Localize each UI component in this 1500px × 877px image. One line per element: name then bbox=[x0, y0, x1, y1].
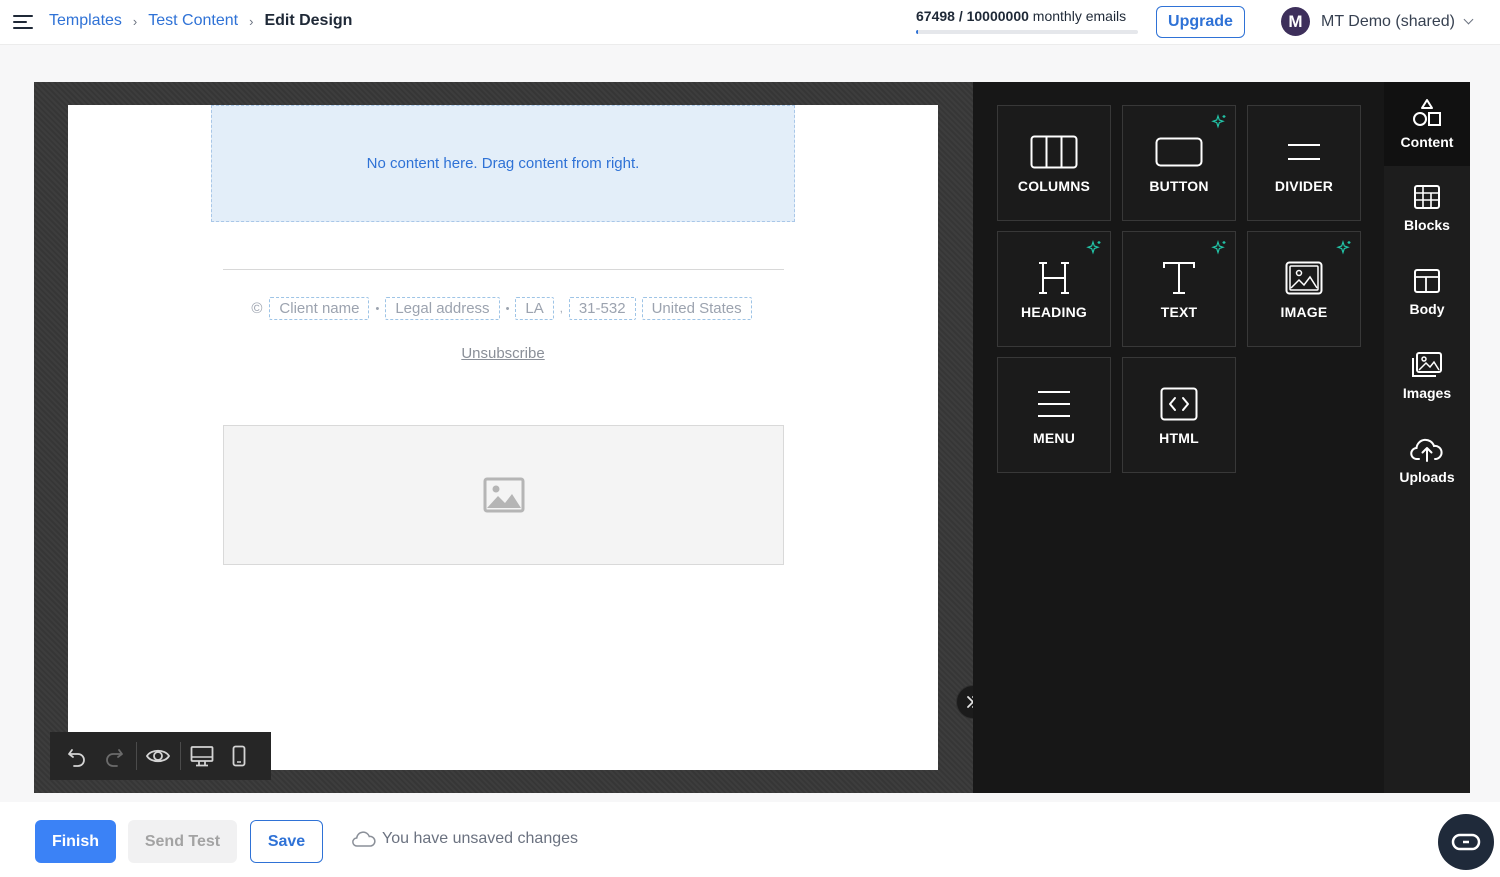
tool-label: HTML bbox=[1159, 430, 1199, 446]
tool-label: MENU bbox=[1032, 430, 1076, 446]
images-icon bbox=[1412, 352, 1442, 377]
desktop-view-button[interactable] bbox=[187, 741, 217, 771]
tab-label: Body bbox=[1409, 301, 1445, 317]
chat-support-button[interactable] bbox=[1438, 814, 1494, 870]
tool-label: TEXT bbox=[1160, 304, 1198, 320]
merge-tag-legal-address[interactable]: Legal address bbox=[385, 297, 500, 320]
blocks-icon bbox=[1414, 185, 1440, 209]
tool-label: HEADING bbox=[1021, 304, 1087, 320]
merge-tag-client-name[interactable]: Client name bbox=[269, 297, 370, 320]
tool-image[interactable]: IMAGE bbox=[1247, 231, 1361, 347]
copyright-symbol: © bbox=[251, 300, 263, 317]
tool-heading[interactable]: HEADING bbox=[997, 231, 1111, 347]
body-layout-icon bbox=[1414, 269, 1440, 293]
tool-menu[interactable]: MENU bbox=[997, 357, 1111, 473]
image-icon bbox=[1285, 261, 1323, 295]
desktop-icon bbox=[190, 746, 214, 767]
tool-text[interactable]: TEXT bbox=[1122, 231, 1236, 347]
heading-icon bbox=[1039, 262, 1069, 294]
undo-button[interactable] bbox=[62, 741, 92, 771]
tab-content[interactable]: Content bbox=[1384, 82, 1470, 166]
merge-tag-country[interactable]: United States bbox=[641, 297, 752, 320]
image-icon bbox=[483, 477, 524, 513]
mobile-view-button[interactable] bbox=[224, 741, 254, 771]
tool-label: DIVIDER bbox=[1274, 178, 1334, 194]
chevron-down-icon bbox=[1463, 14, 1474, 25]
tool-button[interactable]: BUTTON bbox=[1122, 105, 1236, 221]
divider-icon bbox=[1288, 144, 1320, 160]
breadcrumb: Templates › Test Content › Edit Design bbox=[49, 12, 352, 30]
hamburger-menu-icon[interactable] bbox=[13, 13, 33, 31]
tool-html[interactable]: HTML bbox=[1122, 357, 1236, 473]
tab-images[interactable]: Images bbox=[1384, 334, 1470, 418]
ai-sparkle-icon bbox=[1211, 114, 1226, 129]
save-button[interactable]: Save bbox=[250, 820, 323, 863]
ai-sparkle-icon bbox=[1086, 240, 1101, 255]
tab-body[interactable]: Body bbox=[1384, 250, 1470, 334]
design-editor: No content here. Drag content from right… bbox=[34, 82, 1470, 793]
cloud-icon bbox=[352, 831, 376, 847]
top-header: Templates › Test Content › Edit Design 6… bbox=[0, 0, 1500, 45]
redo-icon bbox=[106, 749, 123, 767]
email-quota: 67498 / 10000000 monthly emails bbox=[916, 8, 1140, 34]
tool-divider[interactable]: DIVIDER bbox=[1247, 105, 1361, 221]
chat-icon bbox=[1451, 833, 1481, 851]
redo-button[interactable] bbox=[99, 741, 129, 771]
content-tiles-grid: COLUMNS BUTTON DIVIDER HEADING TEXT IMAG… bbox=[997, 105, 1361, 473]
text-icon bbox=[1163, 262, 1195, 294]
canvas-toolbar bbox=[50, 732, 271, 780]
ai-sparkle-icon bbox=[1211, 240, 1226, 255]
tab-uploads[interactable]: Uploads bbox=[1384, 418, 1470, 502]
tab-label: Blocks bbox=[1404, 217, 1450, 233]
email-canvas[interactable]: No content here. Drag content from right… bbox=[68, 105, 938, 770]
send-test-button[interactable]: Send Test bbox=[128, 820, 237, 863]
quota-progress-fill bbox=[916, 30, 919, 34]
tab-label: Content bbox=[1400, 134, 1454, 150]
tab-blocks[interactable]: Blocks bbox=[1384, 166, 1470, 250]
tool-label: IMAGE bbox=[1280, 304, 1328, 320]
columns-icon bbox=[1030, 135, 1078, 169]
shapes-icon bbox=[1413, 99, 1441, 126]
account-name: MT Demo (shared) bbox=[1321, 12, 1455, 30]
tool-columns[interactable]: COLUMNS bbox=[997, 105, 1111, 221]
eye-icon bbox=[146, 749, 170, 763]
editor-side-tabs: Content Blocks Body Images Uploads bbox=[1384, 82, 1470, 793]
quota-limit: 10000000 bbox=[966, 8, 1029, 24]
quota-progress-bar bbox=[916, 30, 1138, 34]
empty-drop-zone[interactable]: No content here. Drag content from right… bbox=[211, 105, 795, 222]
unsaved-changes-text: You have unsaved changes bbox=[382, 830, 579, 847]
merge-tag-city[interactable]: LA bbox=[515, 297, 554, 320]
breadcrumb-separator-icon: › bbox=[132, 13, 138, 29]
unsubscribe-link[interactable]: Unsubscribe bbox=[68, 345, 938, 362]
ai-sparkle-icon bbox=[1336, 240, 1351, 255]
image-placeholder-block[interactable] bbox=[223, 425, 784, 565]
tab-label: Uploads bbox=[1399, 469, 1455, 485]
footer-address-row: © Client name • Legal address • LA , 31-… bbox=[68, 297, 938, 320]
upgrade-button[interactable]: Upgrade bbox=[1156, 6, 1245, 38]
bottom-action-bar: Finish Send Test Save You have unsaved c… bbox=[0, 802, 1500, 877]
content-tools-panel: COLUMNS BUTTON DIVIDER HEADING TEXT IMAG… bbox=[973, 82, 1384, 793]
tab-label: Images bbox=[1402, 385, 1452, 401]
account-switcher[interactable]: M MT Demo (shared) bbox=[1281, 7, 1474, 36]
tool-label: BUTTON bbox=[1149, 178, 1209, 194]
mobile-icon bbox=[232, 745, 246, 767]
breadcrumb-edit-design: Edit Design bbox=[264, 12, 353, 29]
menu-icon bbox=[1038, 391, 1070, 417]
breadcrumb-templates[interactable]: Templates bbox=[49, 12, 122, 30]
preview-button[interactable] bbox=[143, 741, 173, 771]
footer-divider bbox=[223, 269, 784, 270]
finish-button[interactable]: Finish bbox=[35, 820, 116, 863]
quota-suffix: monthly emails bbox=[1032, 8, 1127, 24]
button-icon bbox=[1155, 137, 1203, 167]
html-icon bbox=[1160, 387, 1198, 421]
avatar: M bbox=[1281, 7, 1310, 36]
breadcrumb-separator-icon: › bbox=[249, 13, 254, 29]
merge-tag-postal-code[interactable]: 31-532 bbox=[568, 297, 636, 320]
breadcrumb-test-content[interactable]: Test Content bbox=[148, 12, 238, 30]
cloud-upload-icon bbox=[1410, 438, 1443, 462]
tool-label: COLUMNS bbox=[1017, 178, 1091, 194]
save-status: You have unsaved changes bbox=[352, 830, 578, 848]
quota-used: 67498 bbox=[916, 8, 955, 24]
undo-icon bbox=[68, 749, 85, 767]
